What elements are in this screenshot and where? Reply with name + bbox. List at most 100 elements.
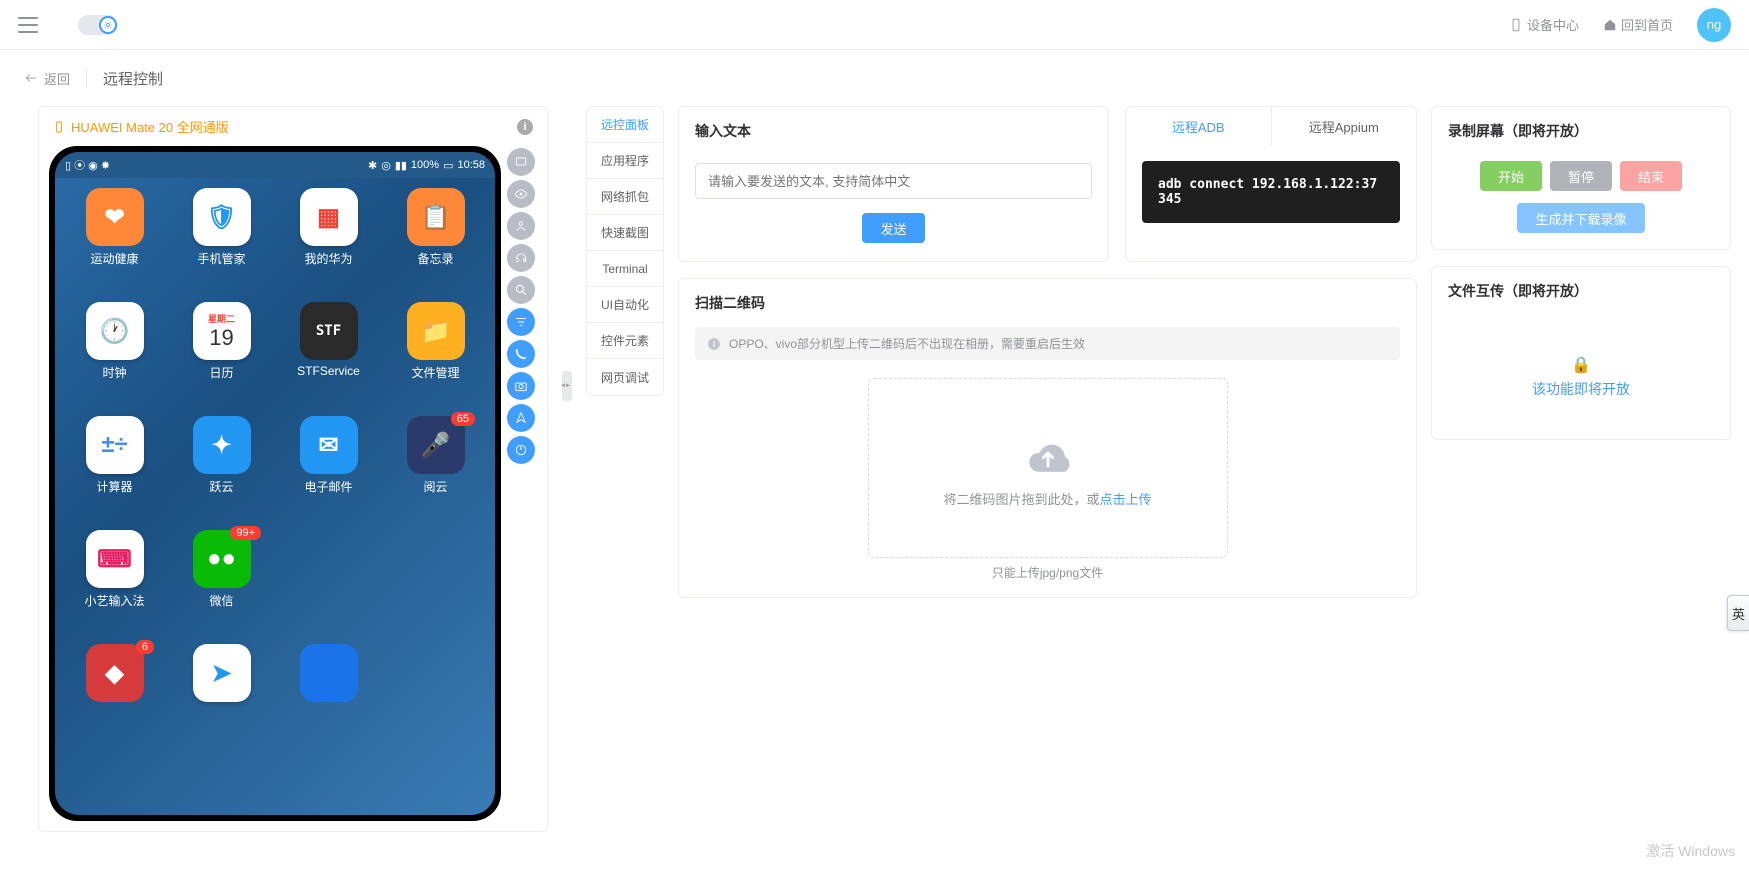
arrow-left-icon — [24, 71, 38, 85]
qr-panel: 扫描二维码 i OPPO、vivo部分机型上传二维码后不出现在相册，需要重启后生… — [678, 278, 1417, 598]
vertical-tabs: 远控面板应用程序网络抓包快速截图TerminalUI自动化控件元素网页调试 — [586, 106, 664, 396]
topbar: 设备中心 回到首页 ng — [0, 0, 1749, 50]
app-5[interactable]: 星期二19日历 — [170, 302, 273, 402]
apps-grid: ❤运动健康🛡手机管家▦我的华为📋备忘录 🕐时钟星期二19日历STFSTFServi… — [55, 178, 495, 815]
back-button[interactable]: 返回 — [24, 69, 70, 88]
app-9[interactable]: ✦跃云 — [170, 416, 273, 516]
qr-title: 扫描二维码 — [679, 279, 1416, 327]
phone-icon — [1509, 18, 1523, 32]
app-4[interactable]: 🕐时钟 — [63, 302, 166, 402]
record-pause-button[interactable]: 暂停 — [1550, 161, 1612, 191]
ctrl-headset-icon[interactable] — [507, 244, 535, 272]
ctrl-power-icon[interactable] — [507, 436, 535, 464]
ctrl-user-icon[interactable] — [507, 212, 535, 240]
qr-alert: i OPPO、vivo部分机型上传二维码后不出现在相册，需要重启后生效 — [695, 327, 1400, 360]
vtab-0[interactable]: 远控面板 — [587, 107, 663, 143]
app-16[interactable]: ◆6 — [63, 644, 166, 744]
device-screen[interactable]: ▯ ⦿ ◉ ✸ ✱ ◎ ▮▮ 100% ▭ 10:58 ❤运动健康🛡手机管家▦我… — [49, 146, 501, 821]
file-coming-soon: 该功能即将开放 — [1532, 381, 1630, 397]
vtab-6[interactable]: 控件元素 — [587, 323, 663, 359]
topbar-left — [18, 15, 118, 35]
send-text-input[interactable] — [695, 163, 1092, 199]
app-10[interactable]: ✉电子邮件 — [277, 416, 380, 516]
screen-content: ▯ ⦿ ◉ ✸ ✱ ◎ ▮▮ 100% ▭ 10:58 ❤运动健康🛡手机管家▦我… — [55, 152, 495, 815]
home-icon — [1603, 18, 1617, 32]
ctrl-monitor-icon[interactable] — [507, 148, 535, 176]
device-controls — [507, 146, 537, 821]
vtab-5[interactable]: UI自动化 — [587, 287, 663, 323]
middle-column: 输入文本 发送 远程ADB 远程Appium adb connect 192.1… — [678, 106, 1417, 598]
adb-panel: 远程ADB 远程Appium adb connect 192.168.1.122… — [1125, 106, 1417, 262]
vtab-2[interactable]: 网络抓包 — [587, 179, 663, 215]
ctrl-nav-icon[interactable] — [507, 404, 535, 432]
status-left: ▯ ⦿ ◉ ✸ — [65, 157, 110, 173]
app-8[interactable]: ±÷计算器 — [63, 416, 166, 516]
tab-remote-adb[interactable]: 远程ADB — [1126, 107, 1271, 145]
top-row: 输入文本 发送 远程ADB 远程Appium adb connect 192.1… — [678, 106, 1417, 262]
record-title: 录制屏幕（即将开放） — [1432, 107, 1730, 155]
adb-tabs: 远程ADB 远程Appium — [1126, 107, 1416, 145]
vtab-1[interactable]: 应用程序 — [587, 143, 663, 179]
toggle-knob — [99, 16, 117, 34]
info-icon: i — [707, 337, 721, 351]
app-6[interactable]: STFSTFService — [277, 302, 380, 402]
app-15[interactable] — [384, 530, 487, 630]
home-link[interactable]: 回到首页 — [1603, 15, 1673, 34]
record-download-button[interactable]: 生成并下载录像 — [1517, 203, 1644, 233]
cloud-upload-icon — [1018, 429, 1078, 477]
device-center-label: 设备中心 — [1527, 15, 1579, 34]
topbar-right: 设备中心 回到首页 ng — [1509, 8, 1731, 42]
ctrl-filter-icon[interactable] — [507, 308, 535, 336]
tab-remote-appium[interactable]: 远程Appium — [1271, 107, 1417, 145]
record-start-button[interactable]: 开始 — [1480, 161, 1542, 191]
app-19[interactable] — [384, 644, 487, 744]
status-bar: ▯ ⦿ ◉ ✸ ✱ ◎ ▮▮ 100% ▭ 10:58 — [55, 152, 495, 178]
ctrl-search-icon[interactable] — [507, 276, 535, 304]
avatar[interactable]: ng — [1697, 8, 1731, 42]
ime-float-tab[interactable]: 英 — [1727, 595, 1749, 631]
info-icon[interactable]: i — [517, 119, 533, 135]
vtab-7[interactable]: 网页调试 — [587, 359, 663, 395]
right-column: 录制屏幕（即将开放） 开始 暂停 结束 生成并下载录像 文件互传（即将开放） 🔒… — [1431, 106, 1731, 440]
vtab-4[interactable]: Terminal — [587, 251, 663, 287]
svg-text:i: i — [713, 339, 715, 348]
app-3[interactable]: 📋备忘录 — [384, 188, 487, 288]
upload-text: 将二维码图片拖到此处，或点击上传 — [943, 489, 1151, 508]
app-11[interactable]: 🎤65阅云 — [384, 416, 487, 516]
app-0[interactable]: ❤运动健康 — [63, 188, 166, 288]
upload-hint: 只能上传jpg/png文件 — [695, 564, 1400, 581]
theme-toggle[interactable] — [78, 15, 118, 35]
divider — [86, 68, 87, 88]
device-panel: HUAWEI Mate 20 全网通版 i ▯ ⦿ ◉ ✸ ✱ ◎ ▮▮ 100… — [38, 106, 548, 832]
ctrl-phone-icon[interactable] — [507, 340, 535, 368]
app-18[interactable] — [277, 644, 380, 744]
device-name: HUAWEI Mate 20 全网通版 — [53, 117, 229, 136]
splitter[interactable] — [562, 106, 572, 666]
app-2[interactable]: ▦我的华为 — [277, 188, 380, 288]
ctrl-camera-icon[interactable] — [507, 372, 535, 400]
subheader: 返回 远程控制 — [0, 50, 1749, 106]
qr-alert-text: OPPO、vivo部分机型上传二维码后不出现在相册，需要重启后生效 — [729, 335, 1085, 352]
app-13[interactable]: ●●99+微信 — [170, 530, 273, 630]
app-1[interactable]: 🛡手机管家 — [170, 188, 273, 288]
app-12[interactable]: ⌨小艺输入法 — [63, 530, 166, 630]
vtab-3[interactable]: 快速截图 — [587, 215, 663, 251]
gear-icon — [103, 20, 113, 30]
record-end-button[interactable]: 结束 — [1620, 161, 1682, 191]
app-14[interactable] — [277, 530, 380, 630]
app-17[interactable]: ➤ — [170, 644, 273, 744]
main: HUAWEI Mate 20 全网通版 i ▯ ⦿ ◉ ✸ ✱ ◎ ▮▮ 100… — [0, 106, 1749, 850]
device-center-link[interactable]: 设备中心 — [1509, 15, 1579, 34]
device-body: ▯ ⦿ ◉ ✸ ✱ ◎ ▮▮ 100% ▭ 10:58 ❤运动健康🛡手机管家▦我… — [39, 146, 547, 831]
phone-icon — [53, 121, 65, 133]
send-button[interactable]: 发送 — [862, 213, 924, 243]
home-label: 回到首页 — [1621, 15, 1673, 34]
upload-dropzone[interactable]: 将二维码图片拖到此处，或点击上传 — [868, 378, 1228, 558]
upload-click-link[interactable]: 点击上传 — [1100, 492, 1152, 507]
menu-icon[interactable] — [18, 17, 38, 33]
file-transfer-panel: 文件互传（即将开放） 🔒 该功能即将开放 — [1431, 266, 1731, 440]
input-text-panel: 输入文本 发送 — [678, 106, 1109, 262]
file-title: 文件互传（即将开放） — [1432, 267, 1730, 315]
app-7[interactable]: 📁文件管理 — [384, 302, 487, 402]
ctrl-eye-icon[interactable] — [507, 180, 535, 208]
